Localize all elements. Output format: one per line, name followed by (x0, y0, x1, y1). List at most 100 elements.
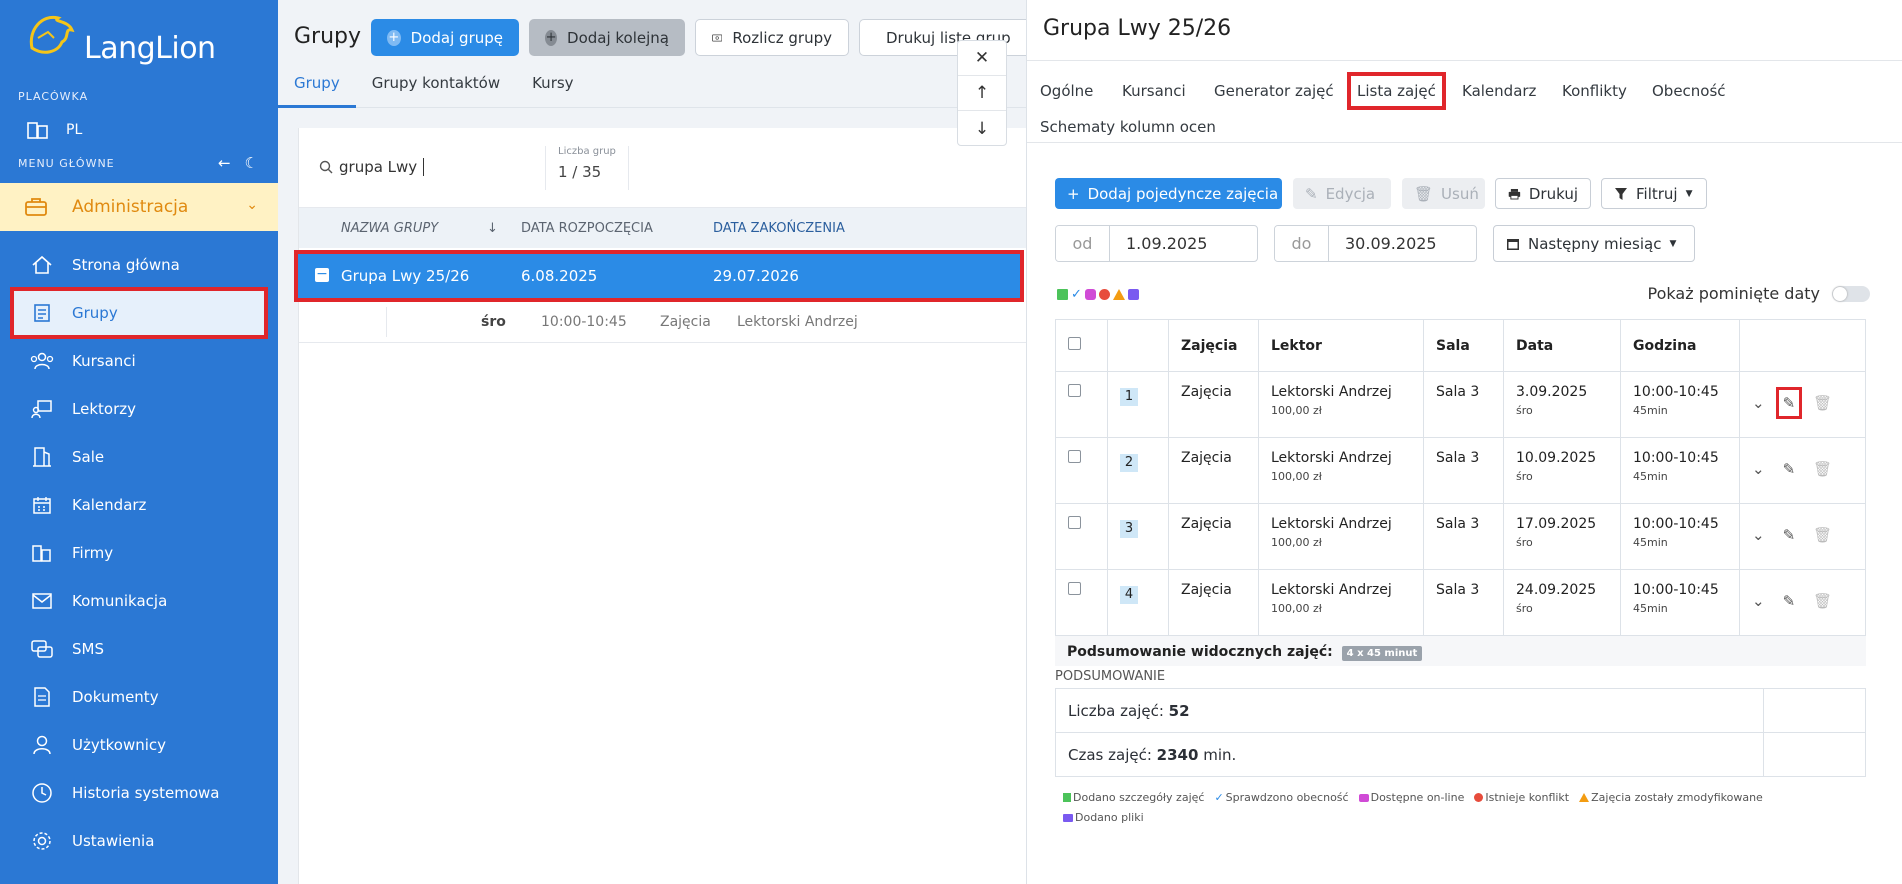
sidebar-item-home[interactable]: Strona główna (0, 241, 278, 289)
date-to-field[interactable]: do 30.09.2025 (1274, 225, 1477, 262)
trash-icon[interactable]: 🗑 (1813, 526, 1832, 544)
tab-students[interactable]: Kursanci (1122, 82, 1186, 100)
trash-icon[interactable]: 🗑 (1813, 394, 1832, 412)
row-checkbox[interactable] (1068, 516, 1081, 529)
lesson-duration: 45min (1633, 602, 1668, 615)
summary-count-row: Liczba zajęć: 52 (1055, 688, 1866, 733)
sidebar-item-rooms[interactable]: Sale (0, 433, 278, 481)
arrow-down-icon[interactable]: ↓ (958, 111, 1006, 146)
close-icon[interactable]: ✕ (958, 41, 1006, 76)
schedule-sub-row: śro 10:00-10:45 Zajęcia Lektorski Andrze… (299, 303, 1027, 343)
admin-section[interactable]: Administracja ⌄ (0, 183, 278, 231)
trash-icon[interactable]: 🗑 (1813, 460, 1832, 478)
to-input[interactable]: 30.09.2025 (1329, 226, 1453, 261)
visible-summary-badge: 4 x 45 minut (1341, 646, 1423, 661)
lesson-room: Sala 3 (1423, 503, 1504, 570)
collapse-toggle-icon[interactable]: − (315, 267, 329, 282)
select-all-cell (1055, 319, 1108, 372)
lesson-time: 10:00-10:45 (1633, 450, 1719, 466)
print-label: Drukuj (1528, 184, 1578, 203)
app-root: LangLion PLACÓWKA PL MENU GŁÓWNE ← ☾ Adm… (0, 0, 1902, 884)
edit-pencil-icon[interactable]: ✎ (1783, 460, 1796, 478)
print-button[interactable]: Drukuj (1495, 178, 1591, 209)
sidebar-item-label: Komunikacja (72, 592, 168, 610)
legend-item: Istnieje konflikt (1474, 791, 1569, 804)
sidebar-item-label: Grupy (72, 304, 118, 322)
edit-pencil-icon[interactable]: ✎ (1783, 526, 1796, 544)
show-skipped-toggle-row: Pokaż pominięte daty (1648, 284, 1870, 303)
sidebar-item-history[interactable]: Historia systemowa (0, 769, 278, 817)
delete-button[interactable]: 🗑 Usuń (1402, 178, 1485, 209)
sidebar-item-documents[interactable]: Dokumenty (0, 673, 278, 721)
row-checkbox[interactable] (1068, 582, 1081, 595)
sidebar-item-sms[interactable]: SMS (0, 625, 278, 673)
sidebar-item-groups[interactable]: Grupy (10, 287, 268, 339)
tab-calendar[interactable]: Kalendarz (1462, 82, 1536, 100)
menu-tools: ← ☾ (218, 154, 258, 172)
tab-general[interactable]: Ogólne (1040, 82, 1093, 100)
row-checkbox[interactable] (1068, 450, 1081, 463)
from-input[interactable]: 1.09.2025 (1110, 226, 1223, 261)
expand-chevron-icon[interactable]: ⌄ (1752, 592, 1765, 610)
edit-pencil-icon[interactable]: ✎ (1783, 592, 1796, 610)
tab-grade-schemes[interactable]: Schematy kolumn ocen (1040, 118, 1216, 136)
sidebar-item-communication[interactable]: Komunikacja (0, 577, 278, 625)
sidebar-item-users[interactable]: Użytkownicy (0, 721, 278, 769)
plus-icon: + (1067, 184, 1080, 203)
legend-label: Dodano szczegóły zajęć (1073, 791, 1205, 804)
trash-icon[interactable]: 🗑 (1813, 592, 1832, 610)
search-input[interactable]: grupa Lwy (339, 158, 417, 176)
period-dropdown[interactable]: Następny miesiąc ▼ (1493, 225, 1695, 262)
sms-icon (30, 637, 54, 661)
table-row-selected[interactable]: − Grupa Lwy 25/26 6.08.2025 29.07.2026 (294, 250, 1024, 302)
tab-groups[interactable]: Grupy (278, 68, 356, 108)
dark-mode-moon-icon[interactable]: ☾ (245, 154, 258, 172)
branch-selector[interactable]: PL (26, 120, 82, 140)
add-group-button[interactable]: + Dodaj grupę (371, 19, 519, 56)
row-checkbox[interactable] (1068, 384, 1081, 397)
tab-courses[interactable]: Kursy (516, 68, 589, 108)
edit-pencil-icon[interactable]: ✎ (1775, 387, 1802, 419)
show-skipped-toggle[interactable] (1832, 285, 1870, 302)
arrow-up-icon[interactable]: ↑ (958, 76, 1006, 111)
filter-button[interactable]: Filtruj ▼ (1601, 178, 1707, 209)
date-from-field[interactable]: od 1.09.2025 (1055, 225, 1258, 262)
lesson-date: 3.09.2025 (1516, 384, 1588, 400)
add-next-button[interactable]: + Dodaj kolejną (529, 19, 685, 56)
logo[interactable]: LangLion (24, 8, 216, 64)
groups-header: Grupy + Dodaj grupę + Dodaj kolejną Rozlic… (278, 0, 1026, 108)
sidebar-item-settings[interactable]: Ustawienia (0, 817, 278, 865)
sidebar-item-students[interactable]: Kursanci (0, 337, 278, 385)
col-date: Data (1503, 319, 1621, 372)
col-start-date[interactable]: DATA ROZPOCZĘCIA (521, 221, 653, 236)
tab-lesson-generator[interactable]: Generator zajęć (1214, 82, 1334, 100)
col-end-date[interactable]: DATA ZAKOŃCZENIA (713, 221, 845, 236)
time-label: Czas zajęć: (1068, 745, 1152, 764)
tab-contact-groups[interactable]: Grupy kontaktów (356, 68, 516, 108)
settle-groups-button[interactable]: Rozlicz grupy (695, 19, 849, 56)
lesson-time: 10:00-10:45 (1633, 582, 1719, 598)
lesson-day: śro (1516, 602, 1533, 615)
expand-chevron-icon[interactable]: ⌄ (1752, 460, 1765, 478)
add-single-lesson-button[interactable]: + Dodaj pojedyncze zajęcia (1055, 178, 1282, 209)
sidebar-item-calendar[interactable]: Kalendarz (0, 481, 278, 529)
expand-chevron-icon[interactable]: ⌄ (1752, 394, 1765, 412)
counter-label: Liczba grup (558, 146, 616, 157)
col-group-name[interactable]: NAZWA GRUPY (341, 221, 438, 236)
legend: Dodano pliki (1063, 811, 1144, 824)
sidebar-item-teachers[interactable]: Lektorzy (0, 385, 278, 433)
tab-attendance[interactable]: Obecność (1652, 82, 1726, 100)
sidebar-item-companies[interactable]: Firmy (0, 529, 278, 577)
expand-chevron-icon[interactable]: ⌄ (1752, 526, 1765, 544)
collapse-arrow-icon[interactable]: ← (218, 154, 231, 172)
tab-lesson-list[interactable]: Lista zajęć (1347, 72, 1446, 110)
lesson-teacher: Lektorski Andrzej (1271, 516, 1392, 532)
document-icon (30, 685, 54, 709)
sort-arrow-down-icon[interactable]: ↓ (487, 221, 498, 236)
edit-button[interactable]: ✎ Edycja (1293, 178, 1391, 209)
add-group-label: Dodaj grupę (410, 28, 503, 47)
select-all-checkbox[interactable] (1068, 337, 1081, 350)
sub-type: Zajęcia (660, 314, 711, 330)
search-field[interactable]: grupa Lwy (319, 158, 425, 176)
tab-conflicts[interactable]: Konflikty (1562, 82, 1627, 100)
